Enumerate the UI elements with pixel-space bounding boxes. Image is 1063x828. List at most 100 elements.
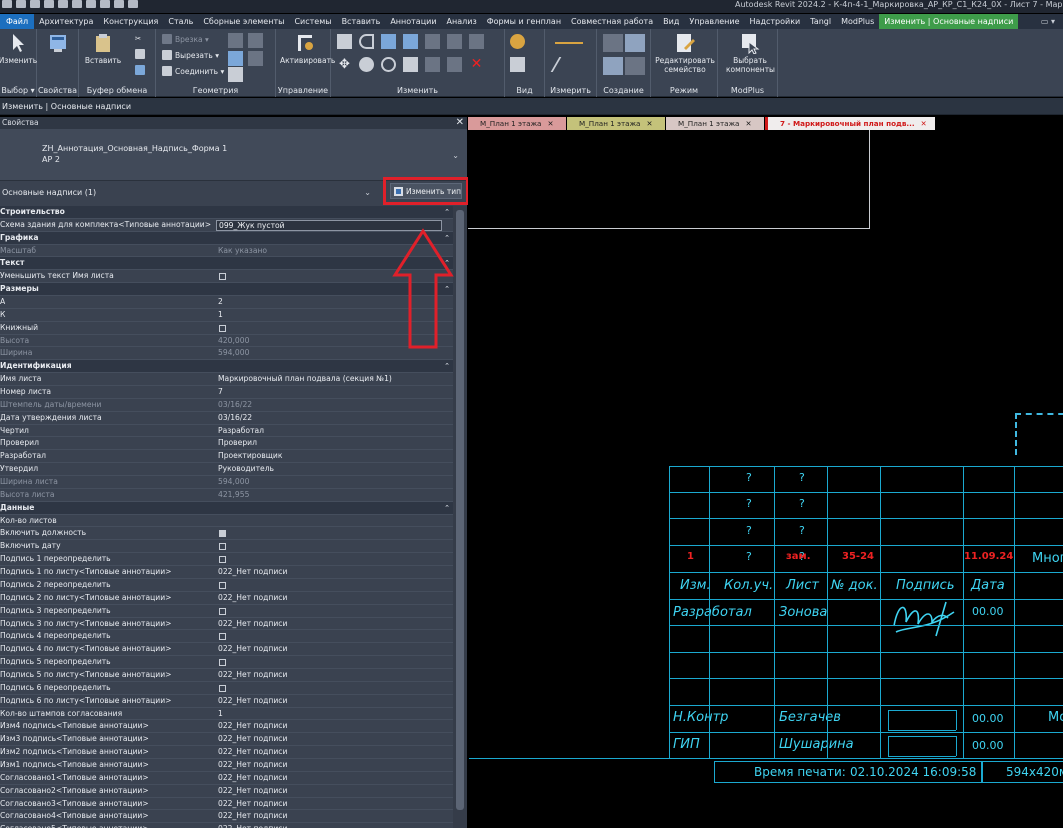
mirror-axis-icon[interactable] <box>381 34 396 49</box>
array-icon[interactable] <box>425 57 440 72</box>
collapse-icon[interactable]: ⌃ <box>444 360 450 373</box>
scrollbar-thumb[interactable] <box>456 210 464 810</box>
property-value[interactable]: 022_Нет подписи <box>218 759 450 772</box>
split-face-icon[interactable] <box>248 33 263 48</box>
cut-button[interactable]: ✂ <box>135 34 141 43</box>
property-value[interactable]: Проверил <box>218 437 450 450</box>
property-checkbox[interactable] <box>219 530 226 538</box>
select-components-button[interactable]: Выбрать компоненты <box>726 32 775 74</box>
property-row[interactable]: Подпись 2 по листу<Типовые аннотации> 022… <box>0 592 453 605</box>
mirror-draw-icon[interactable] <box>403 34 418 49</box>
property-row[interactable]: Подпись 3 переопределить <box>0 605 453 618</box>
match-props-button[interactable] <box>135 65 145 75</box>
property-row[interactable]: Кол-во листов <box>0 515 453 528</box>
property-row[interactable]: Ширина листа 594,000 <box>0 476 453 489</box>
property-row[interactable]: Согласовано3<Типовые аннотации> 022_Нет п… <box>0 798 453 811</box>
scale-icon[interactable] <box>447 57 462 72</box>
close-icon[interactable]: ✕ <box>456 117 464 129</box>
tab-analyze[interactable]: Анализ <box>442 14 482 29</box>
viewport-frame[interactable] <box>468 130 870 229</box>
close-icon[interactable]: ✕ <box>921 119 927 128</box>
unpin-icon[interactable] <box>469 34 484 49</box>
text-icon[interactable] <box>114 0 124 8</box>
property-row[interactable]: Подпись 3 по листу<Типовые аннотации> 022… <box>0 618 453 631</box>
property-row[interactable]: Дата утверждения листа 03/16/22 <box>0 412 453 425</box>
properties-scrollbar[interactable] <box>453 206 467 828</box>
property-row[interactable]: Схема здания для комплекта<Типовые аннот… <box>0 219 453 232</box>
sync-icon[interactable] <box>44 0 54 8</box>
property-checkbox[interactable] <box>219 581 226 589</box>
view-tab-3[interactable]: М_План 1 этажа ✕ <box>666 117 764 130</box>
measure-icon[interactable] <box>100 0 110 8</box>
hide-icon[interactable] <box>510 34 525 49</box>
tab-systems[interactable]: Системы <box>289 14 336 29</box>
property-value[interactable]: 022_Нет подписи <box>218 798 450 811</box>
tab-tangl[interactable]: Tangl <box>805 14 836 29</box>
activate-button[interactable]: Активировать <box>280 32 335 65</box>
property-row[interactable]: Книжный <box>0 322 453 335</box>
property-row[interactable]: Согласовано1<Типовые аннотации> 022_Нет п… <box>0 772 453 785</box>
override-icon[interactable] <box>510 57 525 72</box>
property-row[interactable]: К1 <box>0 309 453 322</box>
property-checkbox[interactable] <box>219 633 226 641</box>
property-row[interactable]: Штемпель даты/времени 03/16/22 <box>0 399 453 412</box>
redo-icon[interactable] <box>72 0 82 8</box>
cut-geometry-button[interactable]: Вырезать ▾ <box>162 50 219 60</box>
property-value[interactable]: 022_Нет подписи <box>218 733 450 746</box>
property-row[interactable]: Согласовано5<Типовые аннотации> 022_Нет п… <box>0 823 453 828</box>
property-row[interactable]: Подпись 2 переопределить <box>0 579 453 592</box>
edit-type-button[interactable]: Изменить тип <box>390 183 462 199</box>
property-row[interactable]: Масштаб Как указано <box>0 245 453 258</box>
property-value[interactable]: Руководитель <box>218 463 450 476</box>
property-value[interactable]: 022_Нет подписи <box>218 746 450 759</box>
collapse-icon[interactable]: ⌃ <box>444 206 450 219</box>
property-row[interactable]: Кол-во штампов согласования 1 <box>0 708 453 721</box>
quick-access-toolbar[interactable] <box>2 0 138 10</box>
property-checkbox[interactable] <box>219 543 226 551</box>
tab-collaborate[interactable]: Совместная работа <box>566 14 658 29</box>
copy-element-icon[interactable] <box>359 57 374 72</box>
close-icon[interactable]: ✕ <box>745 119 751 128</box>
tab-addins[interactable]: Надстройки <box>745 14 806 29</box>
tab-structure[interactable]: Конструкция <box>98 14 163 29</box>
property-value[interactable]: 022_Нет подписи <box>218 669 450 682</box>
property-checkbox[interactable] <box>219 659 226 667</box>
ribbon-options-icon[interactable]: ▭ ▾ <box>1041 17 1063 26</box>
property-row[interactable]: Подпись 6 переопределить <box>0 682 453 695</box>
close-icon[interactable]: ✕ <box>646 119 652 128</box>
property-row[interactable]: Проверил Проверил <box>0 437 453 451</box>
property-row[interactable]: Имя листа Маркировочный план подвала (сек… <box>0 373 453 387</box>
view-tab-2[interactable]: М_План 1 этажа ✕ <box>567 117 665 130</box>
property-value[interactable]: 022_Нет подписи <box>218 810 450 823</box>
dimension-icon[interactable] <box>550 57 588 72</box>
wall-join-icon[interactable] <box>228 33 243 48</box>
property-value[interactable]: 022_Нет подписи <box>218 695 450 708</box>
property-row[interactable]: Включить дату <box>0 540 453 554</box>
property-row[interactable]: Подпись 6 по листу<Типовые аннотации> 022… <box>0 695 453 708</box>
property-value[interactable]: 7 <box>218 386 450 399</box>
property-row[interactable]: Подпись 5 по листу<Типовые аннотации> 022… <box>0 669 453 682</box>
property-value[interactable]: Разработал <box>218 425 450 438</box>
property-row[interactable]: Согласовано4<Типовые аннотации> 022_Нет п… <box>0 810 453 824</box>
property-value[interactable]: 022_Нет подписи <box>218 785 450 798</box>
property-row[interactable]: Подпись 1 по листу<Типовые аннотации> 022… <box>0 566 453 579</box>
view-tab-active[interactable]: 7 - Маркировочный план подв... ✕ <box>765 117 935 130</box>
property-value[interactable]: 022_Нет подписи <box>218 592 450 605</box>
print-icon[interactable] <box>86 0 96 8</box>
tab-architecture[interactable]: Архитектура <box>34 14 98 29</box>
property-category[interactable]: Данные ⌃ <box>0 501 453 515</box>
undo-icon[interactable] <box>58 0 68 8</box>
instance-filter-dropdown[interactable]: Основные надписи (1) ⌄ <box>0 185 375 201</box>
property-row[interactable]: Высота 420,000 <box>0 335 453 348</box>
geometry-more-icon[interactable] <box>228 67 243 82</box>
property-row[interactable]: Высота листа 421,955 <box>0 489 453 502</box>
property-row[interactable]: Утвердил Руководитель <box>0 463 453 477</box>
measure-distance-icon[interactable] <box>555 34 583 44</box>
cope-button[interactable]: Врезка ▾ <box>162 34 209 44</box>
pin-icon[interactable] <box>447 34 462 49</box>
type-selector[interactable]: ZH_Аннотация_Основная_Надпись_Форма 1 АР… <box>0 129 467 181</box>
align-icon[interactable] <box>337 34 352 49</box>
tab-file[interactable]: Файл <box>0 14 35 29</box>
property-value[interactable]: Маркировочный план подвала (секция №1) <box>218 373 450 386</box>
copy-button[interactable] <box>135 49 145 59</box>
